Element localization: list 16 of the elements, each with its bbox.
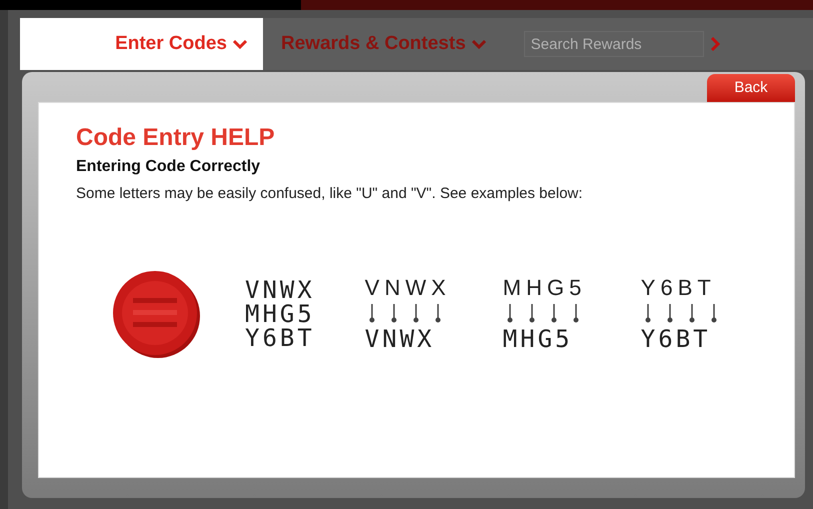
entered-code: MHG5 — [502, 326, 573, 352]
code-lines: VNWX MHG5 Y6BT — [245, 278, 315, 350]
chevron-right-icon[interactable] — [710, 37, 720, 51]
help-title: Code Entry HELP — [76, 123, 276, 153]
printed-code: Y6BT — [640, 276, 716, 300]
help-subtitle: Entering Code Correctly — [76, 157, 262, 177]
search-field[interactable]: Search Rewards — [524, 31, 704, 57]
chevron-down-icon — [472, 39, 486, 49]
nav-tab[interactable]: Enter Codes — [20, 18, 263, 70]
printed-code: MHG5 — [502, 276, 586, 300]
printed-code: VNWX — [364, 276, 451, 300]
help-text: Some letters may be easily confused, like "U" and "V". See examples below: — [76, 184, 584, 204]
back-button[interactable]: Back — [707, 74, 795, 102]
entered-code: Y6BT — [640, 326, 711, 352]
chevron-down-icon — [233, 39, 247, 49]
entered-code: VNWX — [364, 326, 435, 352]
